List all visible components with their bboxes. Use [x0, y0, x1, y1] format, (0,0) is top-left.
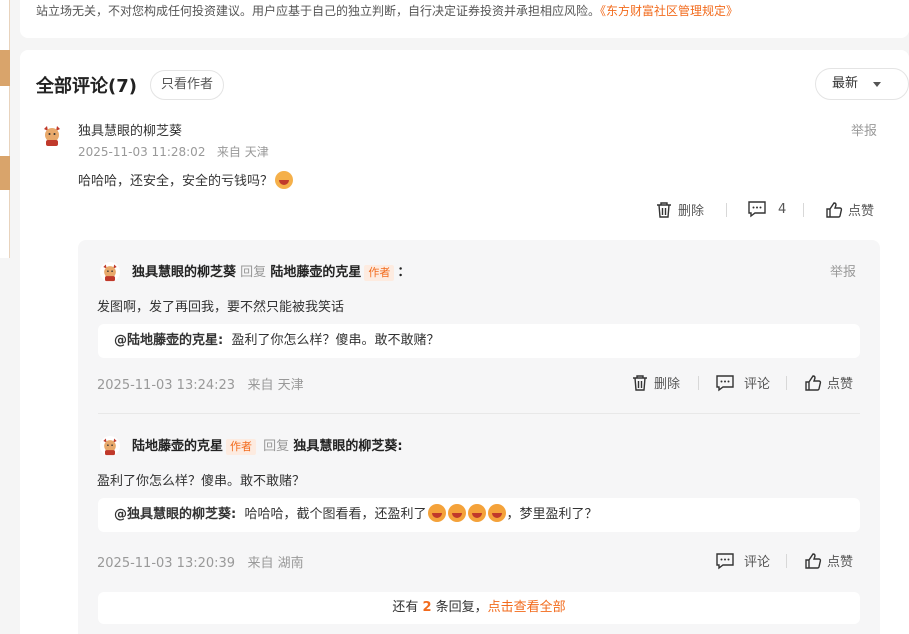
quoted-text-tail: ，梦里盈利了？: [506, 507, 598, 522]
reply-from-user[interactable]: 陆地藤壶的克星: [132, 439, 223, 454]
laughing-emoji-icon: [468, 504, 487, 522]
reply-word: 回复: [263, 439, 290, 454]
laughing-emoji-icon: [428, 504, 447, 522]
laughing-emoji-icon: [488, 504, 507, 522]
reply-header: 独具慧眼的柳芝葵 回复 陆地藤壶的克星 作者：: [132, 261, 410, 281]
like-label: 点赞: [848, 204, 875, 219]
disclaimer-text: 站立场无关，不对您构成任何投资建议。用户应基于自己的独立判断，自行决定证券投资并…: [36, 4, 601, 18]
reply-text: 盈利了你怎么样？傻串。敢不敢赌？: [97, 474, 306, 489]
reply-header: 陆地藤壶的克星 作者 回复 独具慧眼的柳芝葵:: [132, 435, 403, 455]
quoted-user[interactable]: @陆地藤壶的克星:: [114, 333, 223, 348]
reply-meta: 2025-11-03 13:20:39 来自 湖南: [97, 552, 304, 571]
avatar[interactable]: [100, 262, 120, 282]
thumbs-up-icon: [805, 552, 822, 569]
delete-button[interactable]: 删除: [655, 200, 704, 219]
comment-button[interactable]: 评论: [715, 551, 770, 570]
delete-button[interactable]: 删除: [631, 373, 680, 392]
delete-label: 删除: [678, 204, 705, 219]
reply-meta: 2025-11-03 13:24:23 来自 天津: [97, 374, 304, 393]
author-tag: 作者: [364, 265, 395, 281]
divider: [803, 203, 804, 217]
reply-colon: ：: [397, 265, 411, 280]
comment-meta: 2025-11-03 11:28:02 来自 天津: [78, 143, 269, 160]
reply-to-user[interactable]: 陆地藤壶的克星: [270, 265, 361, 280]
author-tag: 作者: [226, 439, 257, 455]
comment-icon: [716, 552, 734, 569]
like-label: 点赞: [827, 377, 854, 392]
comment-label: 评论: [744, 377, 771, 392]
replies-container: 独具慧眼的柳芝葵 回复 陆地藤壶的克星 作者： 举报 发图啊，发了再回我，要不然只…: [78, 240, 880, 634]
more-suffix: 条回复，: [435, 600, 488, 615]
quoted-reply: @独具慧眼的柳芝葵: 哈哈哈，截个图看看，还盈利了 ，梦里盈利了？: [98, 498, 860, 532]
more-replies-bar: 还有 2 条回复，点击查看全部: [98, 592, 860, 624]
strip-marker: [0, 156, 10, 190]
divider: [98, 413, 860, 414]
delete-label: 删除: [654, 377, 681, 392]
divider: [698, 376, 699, 390]
avatar[interactable]: [40, 123, 64, 147]
disclaimer: 站立场无关，不对您构成任何投资建议。用户应基于自己的独立判断，自行决定证券投资并…: [36, 2, 738, 19]
more-count: 2: [422, 600, 432, 615]
like-label: 点赞: [827, 555, 854, 570]
reply-location: 来自 天津: [247, 378, 304, 393]
more-prefix: 还有: [392, 600, 419, 615]
comments-title: 全部评论(7): [36, 76, 137, 97]
avatar[interactable]: [100, 436, 120, 456]
report-button[interactable]: 举报: [851, 120, 877, 139]
divider: [786, 554, 787, 568]
reply-to-user[interactable]: 独具慧眼的柳芝葵:: [293, 439, 402, 454]
chevron-down-icon: [873, 82, 881, 87]
quoted-reply: @陆地藤壶的克星: 盈利了你怎么样？傻串。敢不敢赌？: [98, 324, 860, 358]
trash-icon: [633, 374, 647, 391]
divider: [786, 376, 787, 390]
divider: [726, 203, 727, 217]
strip-marker: [0, 50, 10, 86]
community-rules-link[interactable]: 《东方财富社区管理规定》: [600, 4, 738, 18]
reply-location: 来自 湖南: [247, 556, 304, 571]
reply-word: 回复: [240, 265, 267, 280]
comment-button[interactable]: 评论: [715, 373, 770, 392]
emoji-icon: [275, 171, 294, 189]
laughing-emoji-icon: [448, 504, 467, 522]
reply-timestamp: 2025-11-03 13:20:39: [97, 556, 236, 571]
reply-count-button[interactable]: 4: [747, 200, 786, 218]
reply-count: 4: [778, 201, 787, 217]
quoted-text: 盈利了你怎么样？傻串。敢不敢赌？: [231, 333, 440, 348]
view-all-replies-link[interactable]: 点击查看全部: [488, 600, 566, 615]
reply-timestamp: 2025-11-03 13:24:23: [97, 378, 236, 393]
quoted-user[interactable]: @独具慧眼的柳芝葵:: [114, 507, 236, 522]
comment-username[interactable]: 独具慧眼的柳芝葵: [78, 120, 182, 139]
like-button[interactable]: 点赞: [825, 200, 874, 219]
comment-label: 评论: [744, 555, 771, 570]
comments-section: 全部评论(7) 只看作者 最新 独具慧眼的柳芝葵 2025-11-03 11:2…: [20, 50, 909, 634]
comment-text-content: 哈哈哈，还安全，安全的亏钱吗？: [78, 174, 274, 189]
disclaimer-card: 站立场无关，不对您构成任何投资建议。用户应基于自己的独立判断，自行决定证券投资并…: [20, 0, 909, 38]
thumbs-up-icon: [826, 201, 843, 218]
comment-timestamp: 2025-11-03 11:28:02: [78, 145, 206, 159]
reply-from-user[interactable]: 独具慧眼的柳芝葵: [132, 265, 236, 280]
thumbs-up-icon: [805, 374, 822, 391]
comment-icon: [716, 374, 734, 391]
reply-text: 发图啊，发了再回我，要不然只能被我笑话: [97, 300, 345, 315]
trash-icon: [657, 201, 671, 218]
sort-dropdown[interactable]: 最新: [815, 68, 909, 100]
comment-icon: [748, 201, 766, 218]
comment-location: 来自 天津: [216, 145, 269, 159]
like-button[interactable]: 点赞: [804, 551, 853, 570]
quoted-text: 哈哈哈，截个图看看，还盈利了: [244, 507, 427, 522]
sort-label: 最新: [832, 76, 859, 91]
left-side-strip: [0, 0, 10, 258]
report-button[interactable]: 举报: [830, 261, 856, 280]
like-button[interactable]: 点赞: [804, 373, 853, 392]
author-only-button[interactable]: 只看作者: [150, 70, 225, 100]
comment-text: 哈哈哈，还安全，安全的亏钱吗？: [78, 170, 294, 189]
